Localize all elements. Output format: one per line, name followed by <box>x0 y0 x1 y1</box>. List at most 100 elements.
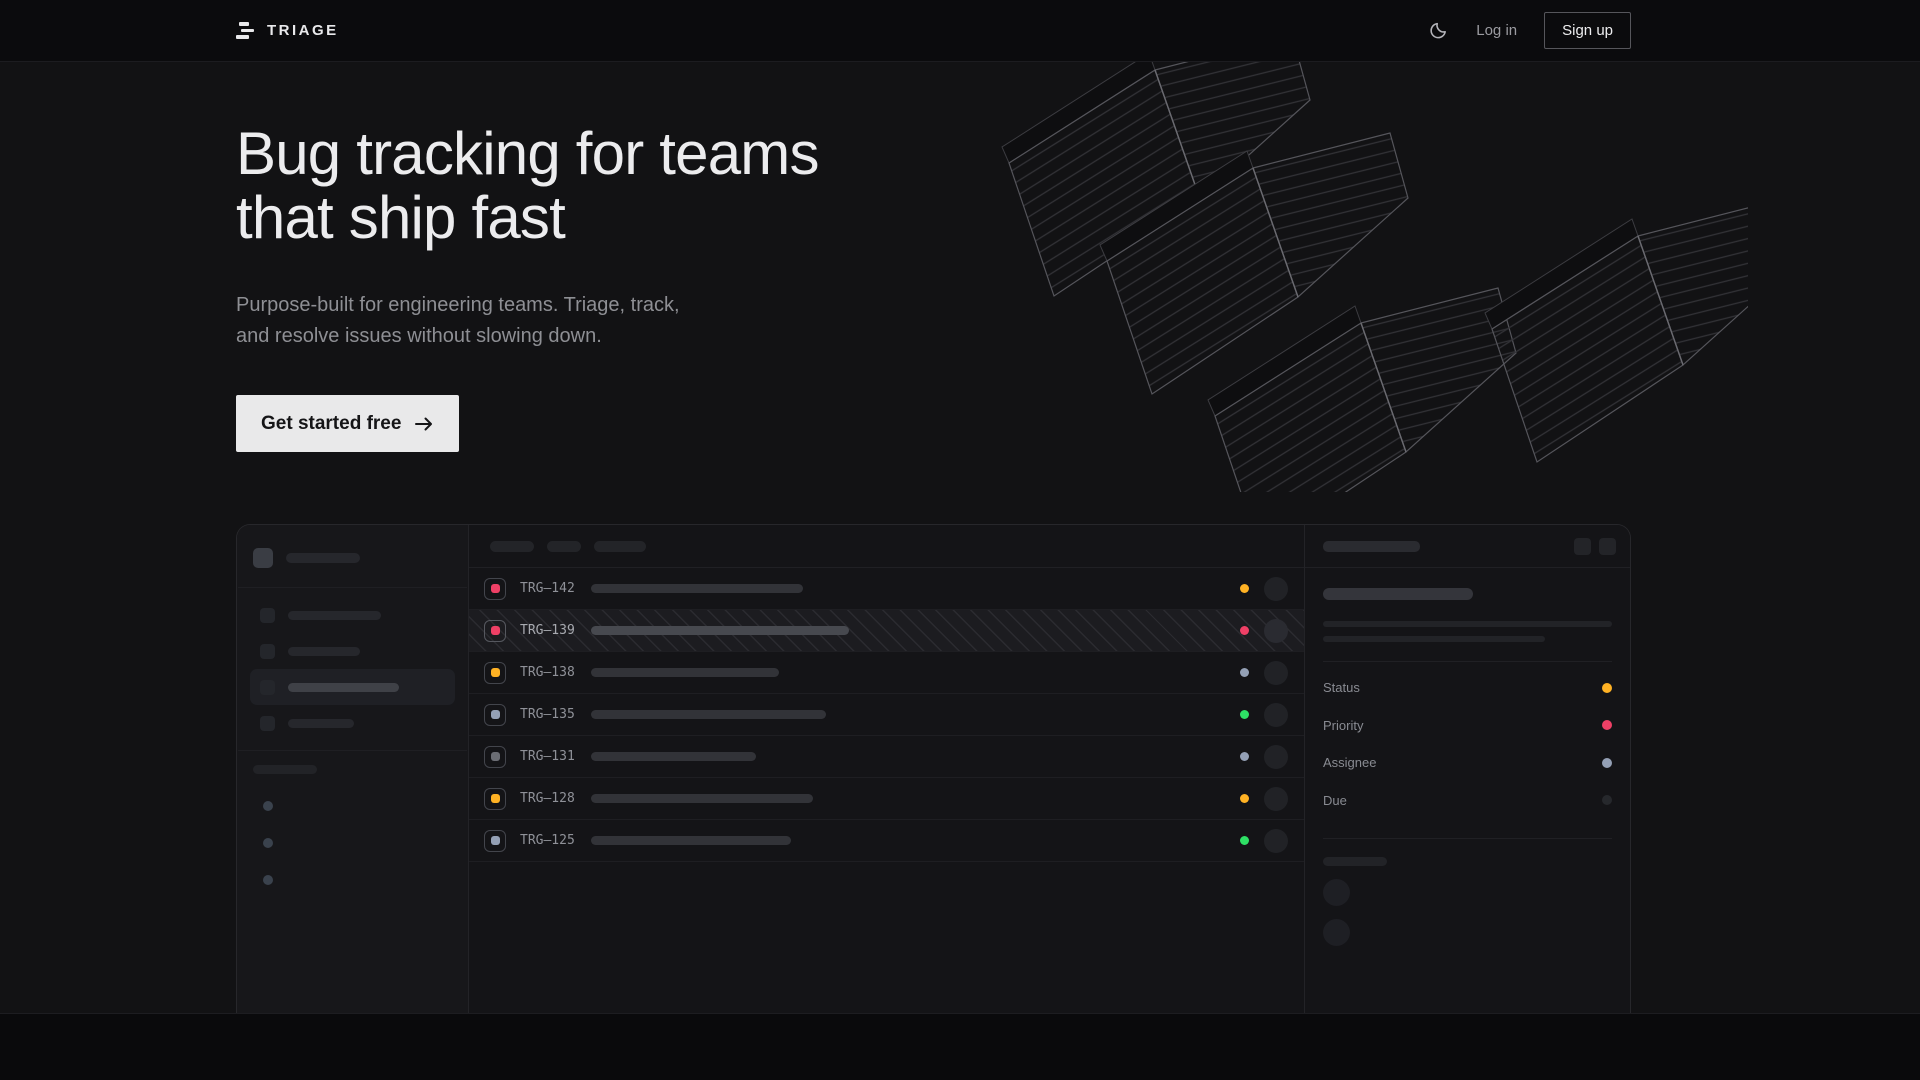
issue-id: TRG–128 <box>520 791 584 806</box>
detail-fields: Status Priority Assignee Due <box>1323 669 1612 819</box>
detail-action-button[interactable] <box>1599 538 1616 555</box>
issue-type-icon <box>484 746 506 768</box>
workspace-name-skeleton <box>286 553 360 563</box>
nav-label-skeleton <box>288 611 381 620</box>
field-label: Status <box>1323 680 1360 695</box>
field-label: Due <box>1323 793 1347 808</box>
header-actions: Log in Sign up <box>1427 12 1631 49</box>
footer <box>0 1013 1920 1080</box>
brand-name: TRIAGE <box>267 22 339 39</box>
detail-body: Status Priority Assignee Due <box>1305 568 1630 946</box>
get-started-button[interactable]: Get started free <box>236 395 459 452</box>
detail-title-skeleton <box>1323 588 1473 600</box>
issue-row[interactable]: TRG–138 <box>469 652 1304 694</box>
issue-type-icon <box>484 788 506 810</box>
hero-title: Bug tracking for teamsthat ship fast <box>236 122 819 250</box>
assignee-avatar <box>1264 577 1288 601</box>
field-row-status[interactable]: Status <box>1323 669 1612 707</box>
project-dot[interactable] <box>263 838 273 848</box>
divider <box>1323 661 1612 662</box>
issue-status-dot <box>1240 710 1249 719</box>
issue-type-icon <box>484 830 506 852</box>
issue-row[interactable]: TRG–125 <box>469 820 1304 862</box>
mockup-sidebar <box>237 525 469 1013</box>
issue-id: TRG–142 <box>520 581 584 596</box>
issue-detail-panel: Status Priority Assignee Due <box>1304 525 1630 1013</box>
field-label: Priority <box>1323 718 1363 733</box>
issue-row[interactable]: TRG–139 <box>469 610 1304 652</box>
wireframe-graphic <box>1000 62 1748 492</box>
field-label: Assignee <box>1323 755 1376 770</box>
activity-label-skeleton <box>1323 857 1387 866</box>
issue-status-dot <box>1240 836 1249 845</box>
issue-id: TRG–125 <box>520 833 584 848</box>
top-navbar: TRIAGE Log in Sign up <box>0 0 1920 62</box>
nav-label-skeleton <box>288 683 399 692</box>
assignee-avatar <box>1264 829 1288 853</box>
assignee-avatar <box>1264 787 1288 811</box>
issue-title-skeleton <box>591 752 756 761</box>
section-label-skeleton <box>253 765 317 774</box>
issue-row[interactable]: TRG–135 <box>469 694 1304 736</box>
issue-list: TRG–142 TRG–139 TRG–138 <box>469 525 1304 1013</box>
issue-id: TRG–138 <box>520 665 584 680</box>
brand-logo[interactable]: TRIAGE <box>236 22 339 39</box>
nav-label-skeleton <box>288 719 354 728</box>
detail-desc-skeleton <box>1323 636 1545 642</box>
dark-mode-toggle[interactable] <box>1427 20 1449 42</box>
issue-row[interactable]: TRG–131 <box>469 736 1304 778</box>
issue-status-dot <box>1240 752 1249 761</box>
filter-pill-skeleton[interactable] <box>594 541 646 552</box>
workspace-avatar <box>253 548 273 568</box>
app-mockup-window: TRG–142 TRG–139 TRG–138 <box>236 524 1631 1013</box>
issue-type-icon <box>484 662 506 684</box>
hero-section: Bug tracking for teamsthat ship fast Pur… <box>0 62 1920 1013</box>
issue-id: TRG–135 <box>520 707 584 722</box>
issue-row[interactable]: TRG–142 <box>469 568 1304 610</box>
detail-action-button[interactable] <box>1574 538 1591 555</box>
login-link[interactable]: Log in <box>1476 22 1517 39</box>
field-row-due[interactable]: Due <box>1323 782 1612 820</box>
field-dot <box>1602 683 1612 693</box>
nav-icon <box>260 680 275 695</box>
issue-title-skeleton <box>591 626 849 635</box>
issue-row[interactable]: TRG–128 <box>469 778 1304 820</box>
sidebar-item[interactable] <box>250 633 455 669</box>
field-dot <box>1602 758 1612 768</box>
field-row-priority[interactable]: Priority <box>1323 707 1612 745</box>
detail-header <box>1305 525 1630 568</box>
comment-avatar <box>1323 879 1350 906</box>
issue-type-icon <box>484 704 506 726</box>
triage-bars-icon <box>236 22 256 39</box>
nav-icon <box>260 716 275 731</box>
hero-subtitle: Purpose-built for engineering teams. Tri… <box>236 290 716 351</box>
issue-title-skeleton <box>591 584 803 593</box>
nav-icon <box>260 644 275 659</box>
issue-title-skeleton <box>591 794 813 803</box>
landing-page: TRIAGE Log in Sign up <box>0 0 1920 1080</box>
cta-label: Get started free <box>261 413 401 435</box>
divider <box>1323 838 1612 839</box>
project-dot[interactable] <box>263 801 273 811</box>
moon-icon <box>1429 21 1448 40</box>
detail-desc-skeleton <box>1323 621 1612 627</box>
sidebar-item[interactable] <box>250 705 455 741</box>
assignee-avatar <box>1264 703 1288 727</box>
field-row-assignee[interactable]: Assignee <box>1323 744 1612 782</box>
project-dot[interactable] <box>263 875 273 885</box>
divider <box>238 750 467 751</box>
issue-title-skeleton <box>591 668 779 677</box>
assignee-avatar <box>1264 619 1288 643</box>
signup-button[interactable]: Sign up <box>1544 12 1631 49</box>
sidebar-item-active[interactable] <box>250 669 455 705</box>
comment-avatar <box>1323 919 1350 946</box>
issue-title-skeleton <box>591 836 791 845</box>
issue-status-dot <box>1240 584 1249 593</box>
sidebar-item[interactable] <box>250 597 455 633</box>
filter-pill-skeleton[interactable] <box>547 541 581 552</box>
issue-status-dot <box>1240 668 1249 677</box>
arrow-right-icon <box>414 416 434 432</box>
field-dot <box>1602 720 1612 730</box>
workspace-switcher[interactable] <box>237 525 468 587</box>
filter-pill-skeleton[interactable] <box>490 541 534 552</box>
